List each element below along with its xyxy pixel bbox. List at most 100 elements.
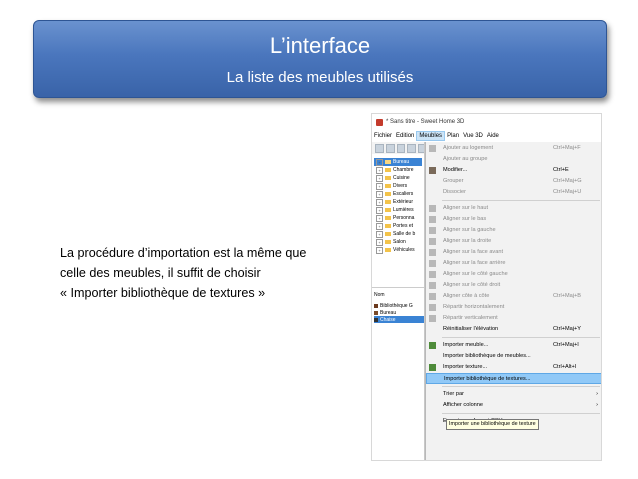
menu-item-label: Trier par <box>443 391 464 397</box>
menu-item-shortcut: Ctrl+Maj+I <box>553 342 579 348</box>
tree-item[interactable]: + Extérieur <box>374 198 422 206</box>
menu-item-label: Aligner sur le haut <box>443 205 489 211</box>
menu-fichier[interactable]: Fichier <box>372 131 394 141</box>
tree-item-label: Salle de b <box>393 231 416 237</box>
menu-item[interactable]: Importer bibliothèque de textures... <box>426 373 601 384</box>
menu-item[interactable]: Trier par › <box>426 389 601 400</box>
tree-item-label: Véhicules <box>393 247 415 253</box>
tree-item-label: Divers <box>393 183 408 189</box>
menu-item[interactable]: Aligner sur la face avant <box>426 247 601 258</box>
expand-icon[interactable]: + <box>376 246 383 254</box>
furniture-row[interactable]: Bureau <box>374 309 424 316</box>
modify-icon <box>429 167 436 174</box>
expand-icon[interactable]: + <box>376 182 383 190</box>
tree-item[interactable]: + Divers <box>374 182 422 190</box>
sweet-home-3d-icon <box>376 118 383 126</box>
expand-icon[interactable]: + <box>376 158 383 166</box>
menu-item[interactable]: Réinitialiser l'élévation Ctrl+Maj+Y <box>426 324 601 335</box>
align-front-icon <box>429 249 436 256</box>
menu-item[interactable]: Aligner sur le bas <box>426 214 601 225</box>
expand-icon[interactable]: + <box>376 238 383 246</box>
expand-icon[interactable]: + <box>376 174 383 182</box>
menu-item[interactable]: Afficher colonne › <box>426 400 601 411</box>
menu-item-label: Dissocier <box>443 189 467 195</box>
menu-meubles[interactable]: Meubles <box>416 131 446 141</box>
menu-item-label: Importer bibliothèque de textures... <box>444 376 531 382</box>
menu-item[interactable]: Aligner sur le côté gauche <box>426 269 601 280</box>
tree-item[interactable]: + Cuisine <box>374 174 422 182</box>
expand-icon[interactable]: + <box>376 206 383 214</box>
tree-item[interactable]: + Salon <box>374 238 422 246</box>
slide-title: L’interface <box>269 33 371 58</box>
new-file-icon[interactable] <box>375 143 384 153</box>
chevron-right-icon: › <box>596 402 598 408</box>
tree-item[interactable]: + Escaliers <box>374 190 422 198</box>
furniture-row[interactable]: Bibliothèque G <box>374 302 424 309</box>
tree-item[interactable]: + Salle de b <box>374 230 422 238</box>
expand-icon[interactable]: + <box>376 230 383 238</box>
save-icon[interactable] <box>396 143 406 153</box>
folder-icon <box>385 216 391 220</box>
menu-item[interactable]: Aligner sur le côté droit <box>426 280 601 291</box>
expand-icon[interactable]: + <box>376 190 383 198</box>
folder-icon <box>385 248 391 252</box>
menu-item[interactable]: Aligner sur la droite <box>426 236 601 247</box>
tree-item[interactable]: + Bureau <box>374 158 422 166</box>
tree-item-label: Personna <box>393 215 415 221</box>
menu-item[interactable]: Grouper Ctrl+Maj+G <box>426 176 601 187</box>
furniture-name: Bibliothèque G <box>380 302 413 309</box>
menu-item-label: Aligner sur la face avant <box>443 249 504 255</box>
menu-item[interactable]: Dissocier Ctrl+Maj+U <box>426 187 601 198</box>
folder-icon <box>385 232 391 236</box>
menu-item-label: Importer meuble... <box>443 342 489 348</box>
toolbar <box>372 142 427 154</box>
menu-item[interactable]: Aligner sur la gauche <box>426 225 601 236</box>
menu-plan[interactable]: Plan <box>445 131 461 141</box>
menu-item[interactable]: Aligner côte à côte Ctrl+Maj+B <box>426 291 601 302</box>
menu-item[interactable]: Répartir horizontalement <box>426 302 601 313</box>
expand-icon[interactable]: + <box>376 214 383 222</box>
tree-item[interactable]: + Chambre <box>374 166 422 174</box>
slide-subtitle: La liste des meubles utilisés <box>226 69 414 86</box>
align-right-side-icon <box>429 282 436 289</box>
expand-icon[interactable]: + <box>376 198 383 206</box>
menu-aide[interactable]: Aide <box>485 131 501 141</box>
expand-icon[interactable]: + <box>376 222 383 230</box>
menu-item-shortcut: Ctrl+Maj+U <box>553 189 582 195</box>
menu-item[interactable]: Aligner sur la face arrière <box>426 258 601 269</box>
menu-item[interactable]: Importer texture... Ctrl+Alt+I <box>426 362 601 373</box>
menu-item[interactable]: Ajouter au logement Ctrl+Maj+F <box>426 143 601 154</box>
folder-icon <box>385 168 391 172</box>
chevron-right-icon: › <box>596 391 598 397</box>
cut-icon[interactable] <box>407 143 417 153</box>
menu-vue-3d[interactable]: Vue 3D <box>461 131 485 141</box>
tree-item[interactable]: + Personna <box>374 214 422 222</box>
pane-divider[interactable] <box>372 287 424 288</box>
body-line: La procédure d’importation est la même q… <box>60 246 307 260</box>
menubar: Fichier Edition Meubles Plan Vue 3D Aide <box>372 131 601 141</box>
tree-item[interactable]: + Véhicules <box>374 246 422 254</box>
menu-item[interactable]: Importer meuble... Ctrl+Maj+I <box>426 340 601 351</box>
furniture-list-header[interactable]: Nom <box>374 292 424 298</box>
menu-item[interactable]: Modifier... Ctrl+E <box>426 165 601 176</box>
tree-item[interactable]: + Portes et <box>374 222 422 230</box>
folder-icon <box>385 224 391 228</box>
tree-item[interactable]: + Lumières <box>374 206 422 214</box>
folder-icon <box>385 160 391 164</box>
menu-item-label: Aligner sur le bas <box>443 216 487 222</box>
expand-icon[interactable]: + <box>376 166 383 174</box>
folder-icon <box>385 176 391 180</box>
tree-item-label: Portes et <box>393 223 414 229</box>
open-folder-icon[interactable] <box>385 143 395 153</box>
menu-item[interactable]: Aligner sur le haut <box>426 203 601 214</box>
menu-edition[interactable]: Edition <box>394 131 416 141</box>
menu-item-label: Aligner côte à côte <box>443 293 490 299</box>
body-text: La procédure d’importation est la même q… <box>60 243 360 303</box>
window-titlebar: * Sans titre - Sweet Home 3D <box>372 114 601 130</box>
furniture-row[interactable]: Chaise <box>374 316 424 323</box>
menu-item[interactable]: Ajouter au groupe <box>426 154 601 165</box>
menu-item[interactable]: Répartir verticalement <box>426 313 601 324</box>
menu-item[interactable]: Importer bibliothèque de meubles... <box>426 351 601 362</box>
menu-separator <box>442 337 600 338</box>
tree-item-label: Bureau <box>393 159 410 165</box>
